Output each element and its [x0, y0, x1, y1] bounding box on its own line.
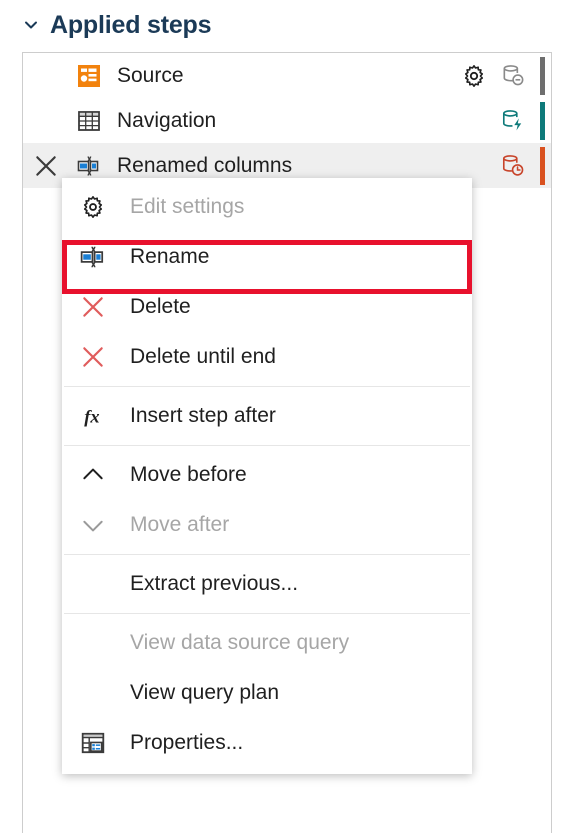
no-icon-spacer: [74, 568, 112, 600]
rename-icon: [74, 241, 112, 273]
svg-text:fx: fx: [84, 407, 99, 427]
source-step-icon: [75, 62, 103, 90]
chevron-up-icon: [74, 459, 112, 491]
menu-separator: [64, 613, 470, 614]
no-icon-spacer: [74, 627, 112, 659]
menu-item-label: Move after: [130, 513, 230, 536]
menu-item-label: Extract previous...: [130, 572, 299, 595]
menu-separator: [64, 386, 470, 387]
chevron-down-icon[interactable]: [22, 16, 40, 34]
step-row-actions: [499, 143, 551, 188]
menu-item-view-query-plan[interactable]: View query plan: [62, 668, 472, 718]
menu-item-delete-until-end[interactable]: Delete until end: [62, 332, 472, 382]
menu-item-label: Delete: [130, 295, 191, 318]
menu-item-label: Move before: [130, 463, 247, 486]
step-context-menu: Edit settings Rename Delete Delete until…: [62, 178, 472, 774]
menu-item-edit-settings[interactable]: Edit settings: [62, 182, 472, 232]
step-status-bar: [540, 146, 545, 185]
menu-item-extract-previous[interactable]: Extract previous...: [62, 559, 472, 609]
page-title: Applied steps: [50, 10, 212, 39]
menu-item-insert-step-after[interactable]: fx Insert step after: [62, 391, 472, 441]
rename-step-icon: [75, 152, 103, 180]
menu-item-label: Insert step after: [130, 404, 276, 427]
gear-icon: [74, 191, 112, 223]
menu-item-label: Rename: [130, 245, 210, 268]
step-row-navigation[interactable]: Navigation: [23, 98, 551, 143]
table-step-icon: [75, 107, 103, 135]
properties-icon: [74, 727, 112, 759]
delete-x-icon: [74, 291, 112, 323]
menu-separator: [64, 445, 470, 446]
database-disabled-icon: [499, 62, 527, 90]
menu-item-properties[interactable]: Properties...: [62, 718, 472, 768]
menu-separator: [64, 554, 470, 555]
step-status-bar: [540, 56, 545, 95]
delete-x-icon: [74, 341, 112, 373]
gear-icon[interactable]: [459, 61, 489, 91]
close-icon[interactable]: [31, 151, 61, 181]
step-label: Renamed columns: [117, 153, 293, 177]
step-row-source[interactable]: Source: [23, 53, 551, 98]
menu-item-view-data-source-query[interactable]: View data source query: [62, 618, 472, 668]
chevron-down-icon: [74, 509, 112, 541]
menu-item-delete[interactable]: Delete: [62, 282, 472, 332]
menu-item-label: Edit settings: [130, 195, 245, 218]
database-folding-icon: [499, 107, 527, 135]
step-label: Navigation: [117, 108, 217, 132]
step-status-bar: [540, 101, 545, 140]
database-pending-icon: [499, 152, 527, 180]
step-row-actions: [499, 98, 551, 143]
fx-icon: fx: [74, 400, 112, 432]
menu-item-label: Properties...: [130, 731, 244, 754]
menu-item-label: View data source query: [130, 631, 350, 654]
applied-steps-header[interactable]: Applied steps: [22, 0, 212, 50]
no-icon-spacer: [74, 677, 112, 709]
menu-item-move-before[interactable]: Move before: [62, 450, 472, 500]
step-label: Source: [117, 63, 184, 87]
menu-item-label: View query plan: [130, 681, 280, 704]
menu-item-move-after[interactable]: Move after: [62, 500, 472, 550]
menu-item-label: Delete until end: [130, 345, 276, 368]
step-row-actions: [459, 53, 551, 98]
menu-item-rename[interactable]: Rename: [62, 232, 472, 282]
